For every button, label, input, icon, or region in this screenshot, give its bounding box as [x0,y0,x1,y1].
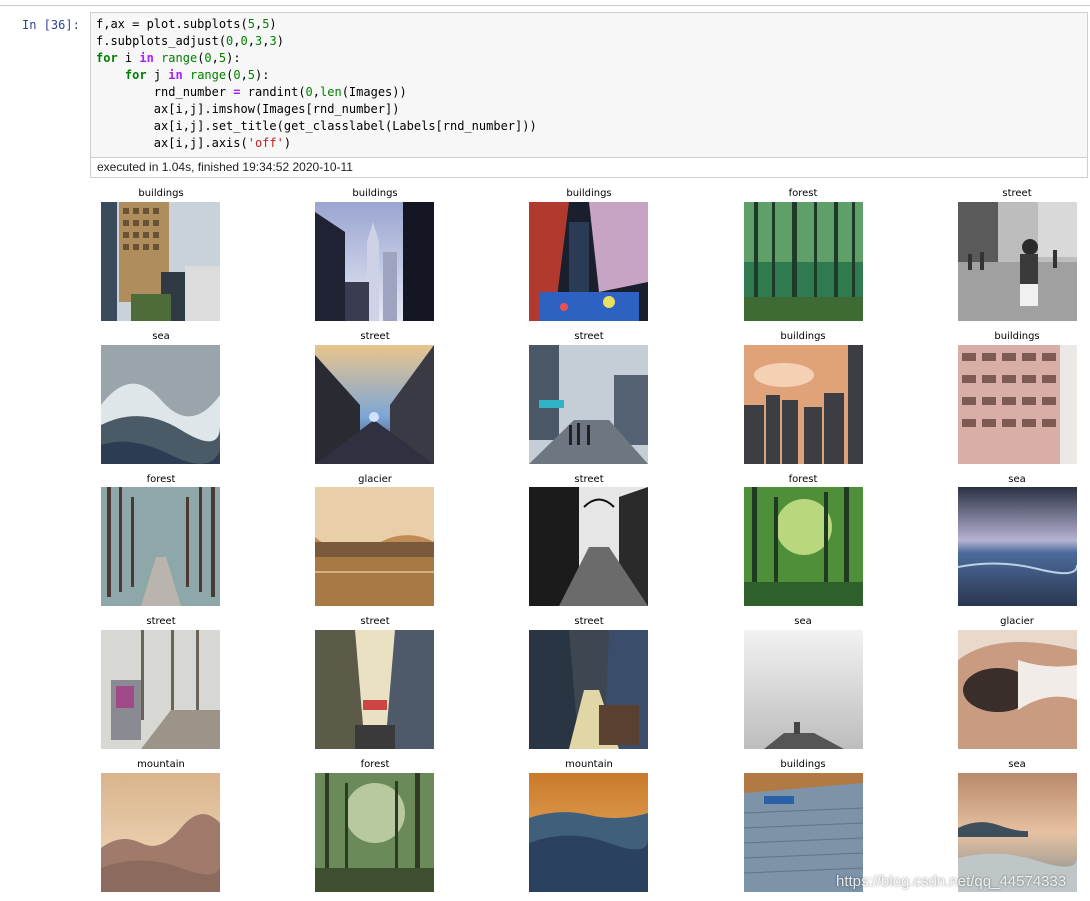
panel-title: sea [1008,759,1026,770]
watermark-text: https://blog.csdn.net/qq_44574333 [836,873,1067,890]
buildings-image [529,202,648,321]
buildings-image [744,345,863,464]
panel-title: street [146,616,176,627]
glacier-image [958,630,1077,749]
sea-image [101,345,220,464]
panel-title: sea [794,616,812,627]
panel-title: mountain [137,759,185,770]
panel-title: buildings [780,759,826,770]
panel-title: buildings [780,331,826,342]
panel-title: street [574,331,604,342]
street-image [529,345,648,464]
sea-image [744,630,863,749]
glacier-image [315,487,434,606]
street-image [315,345,434,464]
street-image [101,630,220,749]
panel-title: street [1002,188,1032,199]
forest-image [101,487,220,606]
panel-title: forest [788,474,818,485]
panel-title: glacier [1000,616,1034,627]
panel-title: street [360,331,390,342]
buildings-image [315,202,434,321]
panel-title: street [360,616,390,627]
panel-title: forest [146,474,176,485]
panel-title: glacier [358,474,392,485]
panel-title: forest [788,188,818,199]
buildings-image [101,202,220,321]
panel-title: mountain [565,759,613,770]
sea-image [958,487,1077,606]
panel-title: forest [360,759,390,770]
street-image [315,630,434,749]
forest-image [744,202,863,321]
mountain-image [529,773,648,892]
street-image [529,630,648,749]
panel-title: sea [152,331,170,342]
mountain-image [101,773,220,892]
forest-image [744,487,863,606]
panel-title: buildings [138,188,184,199]
panel-title: buildings [994,331,1040,342]
panel-title: buildings [566,188,612,199]
panel-title: buildings [352,188,398,199]
panel-title: street [574,474,604,485]
panel-title: street [574,616,604,627]
street-image [958,202,1077,321]
buildings-image [958,345,1077,464]
panel-title: sea [1008,474,1026,485]
forest-image [315,773,434,892]
street-image [529,487,648,606]
output-image-grid: buildings buildings buildings forest str… [0,0,1090,901]
